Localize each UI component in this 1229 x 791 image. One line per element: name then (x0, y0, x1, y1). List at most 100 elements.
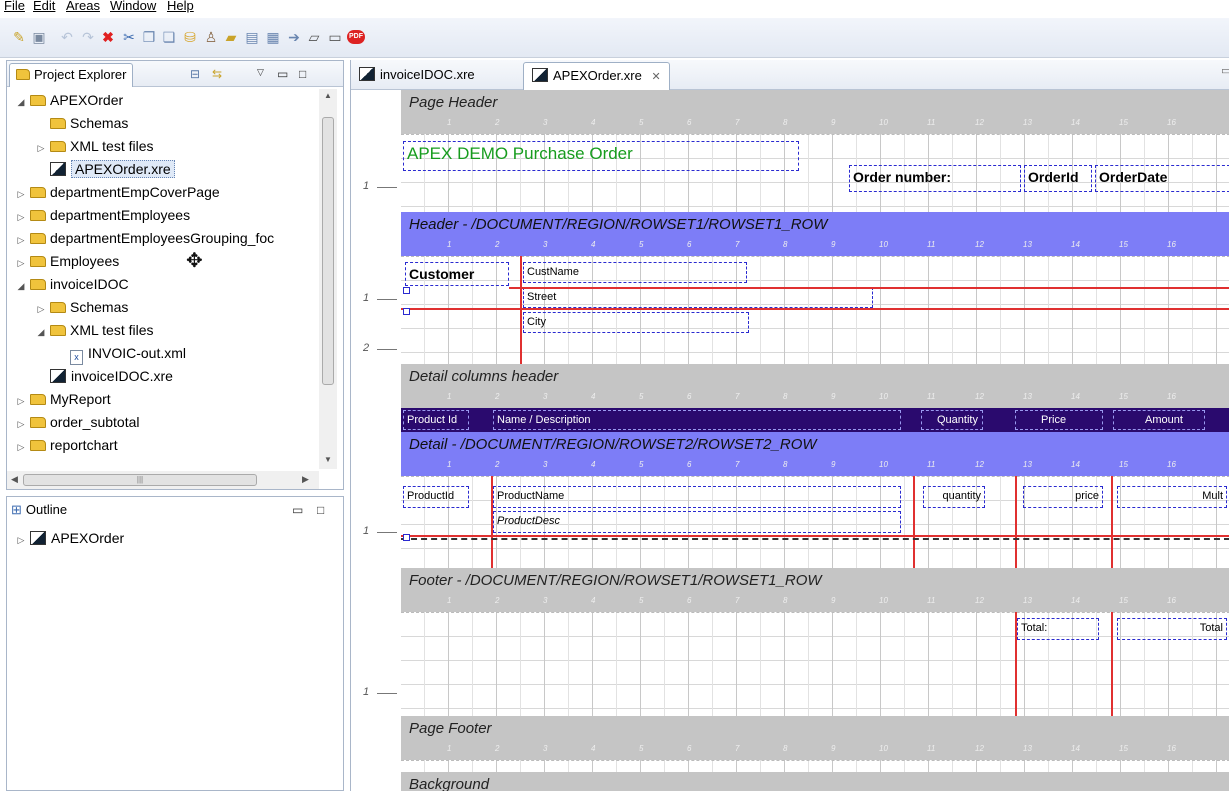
field-quantity[interactable]: quantity (923, 486, 985, 508)
tree-item[interactable]: ▷ departmentEmpCoverPage (15, 181, 220, 204)
minimize-icon[interactable]: ▭ (277, 67, 288, 81)
collapse-arrow-icon[interactable]: ◢ (15, 275, 27, 298)
expand-arrow-icon[interactable]: ▷ (15, 183, 27, 206)
tree-item[interactable]: APEXOrder.xre (35, 158, 175, 181)
field-order-number-label[interactable]: Order number: (849, 165, 1021, 192)
tab-invoiceidoc[interactable]: invoiceIDOC.xre (351, 62, 483, 90)
export-icon[interactable]: ➔ (285, 28, 303, 46)
outline-item[interactable]: ▷ APEXOrder (15, 527, 125, 552)
expand-arrow-icon[interactable]: ▷ (15, 413, 27, 436)
col-header-quantity[interactable]: Quantity (921, 410, 983, 430)
database-icon[interactable]: ⛁ (181, 28, 199, 46)
col-header-name[interactable]: Name / Description (493, 410, 901, 430)
open-report-icon[interactable]: ▱ (305, 28, 323, 46)
field-total-label[interactable]: Total: (1017, 618, 1099, 640)
maximize-icon[interactable]: □ (299, 67, 306, 81)
field-street[interactable]: Street (523, 287, 873, 308)
redo-icon[interactable]: ↷ (79, 28, 97, 46)
col-header-product-id[interactable]: Product Id (403, 410, 469, 430)
field-product-desc[interactable]: ProductDesc (493, 511, 901, 533)
expand-arrow-icon[interactable]: ▷ (15, 436, 27, 459)
save-icon[interactable]: ▣ (30, 28, 48, 46)
scroll-thumb[interactable] (322, 117, 334, 385)
field-product-name[interactable]: ProductName (493, 486, 901, 508)
tree-vertical-scrollbar[interactable]: ▲ ▼ (319, 89, 337, 469)
band-page-footer[interactable]: Page Footer 1 2 3 4 5 6 7 8 9 10 11 12 13 14 15 16 (401, 716, 1229, 772)
collapse-all-icon[interactable]: ⊟ (190, 67, 200, 81)
scroll-up-icon[interactable]: ▲ (324, 91, 332, 100)
col-header-amount[interactable]: Amount (1113, 410, 1205, 430)
resize-handle[interactable] (403, 534, 410, 541)
tree-item[interactable]: ▷ reportchart (15, 434, 118, 457)
layout-icon[interactable]: ▦ (264, 28, 282, 46)
tree-item[interactable]: ▷ departmentEmployees (15, 204, 191, 229)
tree-item[interactable]: ▷ order_subtotal (15, 411, 140, 434)
field-order-date[interactable]: OrderDate (1095, 165, 1229, 192)
tree-item[interactable]: ◢ invoiceIDOC (15, 273, 129, 296)
menu-window[interactable]: Window (110, 0, 156, 13)
tree-item[interactable]: x INVOIC-out.xml (55, 342, 186, 365)
report-canvas[interactable]: 1 1 2 1 1 Page Header 1 2 3 4 5 6 7 8 9 10 11 12 13 14… (351, 90, 1229, 791)
link-editor-icon[interactable]: ⇆ (212, 67, 222, 81)
band-header[interactable]: Header - /DOCUMENT/REGION/ROWSET1/ROWSET… (401, 212, 1229, 364)
tree-item[interactable]: ▷ departmentEmployeesGrouping_foc (15, 227, 275, 252)
band-footer[interactable]: Footer - /DOCUMENT/REGION/ROWSET1/ROWSET… (401, 568, 1229, 716)
expand-arrow-icon[interactable]: ▷ (15, 229, 27, 252)
field-order-id[interactable]: OrderId (1024, 165, 1092, 192)
menu-help[interactable]: Help (167, 0, 194, 13)
tab-apexorder[interactable]: APEXOrder.xre ✕ (523, 62, 670, 90)
open-folder-2-icon[interactable]: ▤ (243, 28, 261, 46)
tab-project-explorer[interactable]: Project Explorer (9, 63, 134, 87)
expand-arrow-icon[interactable]: ▷ (15, 206, 27, 229)
new-icon[interactable]: ✎ (10, 28, 28, 46)
h-scroll-thumb[interactable]: ||| (23, 474, 257, 486)
tree-item[interactable]: ▷ MyReport (15, 388, 111, 411)
field-customer[interactable]: Customer (405, 262, 509, 286)
tree-item[interactable]: ▷ Employees (15, 250, 120, 275)
band-detail-columns-header[interactable]: Detail columns header 1 2 3 4 5 6 7 8 9 10 11 12 13 14… (401, 364, 1229, 432)
tree-horizontal-scrollbar[interactable]: ◀ ||| ▶ (7, 471, 319, 489)
tree-item[interactable]: invoiceIDOC.xre (35, 365, 173, 388)
tab-outline[interactable]: ⊞ Outline (11, 502, 67, 518)
menu-edit[interactable]: Edit (33, 0, 55, 13)
scroll-left-icon[interactable]: ◀ (11, 474, 18, 485)
paste-icon[interactable]: ❏ (160, 28, 178, 46)
field-total[interactable]: Total (1117, 618, 1227, 640)
outline-maximize-icon[interactable]: □ (317, 503, 324, 517)
tree-item[interactable]: ◢ APEXOrder (15, 89, 124, 114)
collapse-arrow-icon[interactable]: ◢ (15, 91, 27, 114)
undo-icon[interactable]: ↶ (58, 28, 76, 46)
open-folder-icon[interactable]: ▰ (222, 28, 240, 46)
cut-icon[interactable]: ✂ (120, 28, 138, 46)
band-page-header[interactable]: Page Header 1 2 3 4 5 6 7 8 9 10 11 12 13 14 15 16 APEX … (401, 90, 1229, 212)
resize-handle[interactable] (403, 308, 410, 315)
open-folder-3-icon[interactable]: ▭ (326, 28, 344, 46)
scroll-right-icon[interactable]: ▶ (302, 474, 309, 485)
users-icon[interactable]: ♙ (202, 28, 220, 46)
band-detail[interactable]: Detail - /DOCUMENT/REGION/ROWSET2/ROWSET… (401, 432, 1229, 568)
field-cust-name[interactable]: CustName (523, 262, 747, 283)
col-header-price[interactable]: Price (1015, 410, 1103, 430)
outline-minimize-icon[interactable]: ▭ (292, 503, 303, 517)
delete-icon[interactable]: ✖ (99, 28, 117, 46)
menu-areas[interactable]: Areas (66, 0, 100, 13)
band-background[interactable]: Background12345678910111213141516 (401, 772, 1229, 791)
scroll-down-icon[interactable]: ▼ (324, 455, 332, 464)
tree-item[interactable]: ◢ XML test files (35, 319, 154, 342)
field-mult[interactable]: Mult (1117, 486, 1227, 508)
expand-arrow-icon[interactable]: ▷ (35, 137, 47, 160)
editor-view-menu-icon[interactable]: ▭ (1221, 64, 1229, 77)
close-tab-icon[interactable]: ✕ (652, 71, 661, 83)
expand-arrow-icon[interactable]: ▷ (15, 252, 27, 275)
tree-item[interactable]: ▷ XML test files (35, 135, 154, 158)
collapse-arrow-icon[interactable]: ◢ (35, 321, 47, 344)
field-product-id[interactable]: ProductId (403, 486, 469, 508)
tree-item[interactable]: ▷ Schemas (35, 296, 129, 319)
pdf-icon[interactable]: PDF (347, 30, 365, 44)
expand-arrow-icon[interactable]: ▷ (15, 529, 27, 552)
view-menu-icon[interactable]: ▽ (257, 67, 264, 78)
tree-item[interactable]: Schemas (35, 112, 128, 135)
menu-file[interactable]: File (4, 0, 25, 13)
resize-handle[interactable] (403, 287, 410, 294)
copy-icon[interactable]: ❐ (140, 28, 158, 46)
